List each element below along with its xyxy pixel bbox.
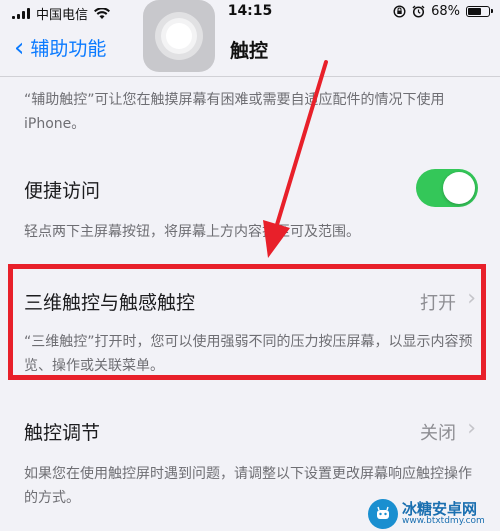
touch-accommodations-value: 关闭 xyxy=(420,423,456,444)
watermark-url: www.btxtdmy.com xyxy=(402,516,485,527)
back-label: 辅助功能 xyxy=(30,38,107,60)
alarm-icon xyxy=(412,5,425,18)
battery-icon xyxy=(466,6,493,17)
page-title: 触控 xyxy=(230,40,269,62)
touch-accommodations-row[interactable]: 触控调节 关闭 › xyxy=(0,402,500,458)
reachability-label: 便捷访问 xyxy=(24,180,101,202)
orientation-lock-icon xyxy=(393,5,406,18)
nav-bar: ‹ 辅助功能 触控 xyxy=(0,24,500,76)
touch-accommodations-label: 触控调节 xyxy=(24,422,101,444)
assistive-touch-note: “辅助触控”可让您在触摸屏幕有困难或需要自适应配件的情况下使用 iPhone。 xyxy=(24,92,445,132)
status-right: 68% xyxy=(393,4,493,19)
chevron-right-icon: › xyxy=(467,416,476,441)
battery-fill xyxy=(468,8,481,15)
highlight-box xyxy=(8,264,486,380)
status-bar: 中国电信 14:15 68% xyxy=(0,0,500,24)
watermark-logo-icon xyxy=(368,499,398,529)
watermark: 冰糖安卓网 www.btxtdmy.com xyxy=(368,497,496,531)
back-button[interactable]: ‹ 辅助功能 xyxy=(14,34,106,61)
nav-divider xyxy=(0,76,500,77)
assistive-touch-app-icon xyxy=(143,0,215,72)
toggle-knob xyxy=(443,172,475,204)
watermark-name: 冰糖安卓网 xyxy=(402,499,478,518)
watermark-text: 冰糖安卓网 www.btxtdmy.com xyxy=(402,501,485,527)
battery-percent: 68% xyxy=(431,4,460,19)
reachability-toggle[interactable] xyxy=(416,169,478,207)
chevron-left-icon: ‹ xyxy=(14,32,25,63)
reachability-note: 轻点两下主屏幕按钮，将屏幕上方内容拉至可及范围。 xyxy=(24,224,360,240)
reachability-row: 便捷访问 xyxy=(0,160,500,216)
